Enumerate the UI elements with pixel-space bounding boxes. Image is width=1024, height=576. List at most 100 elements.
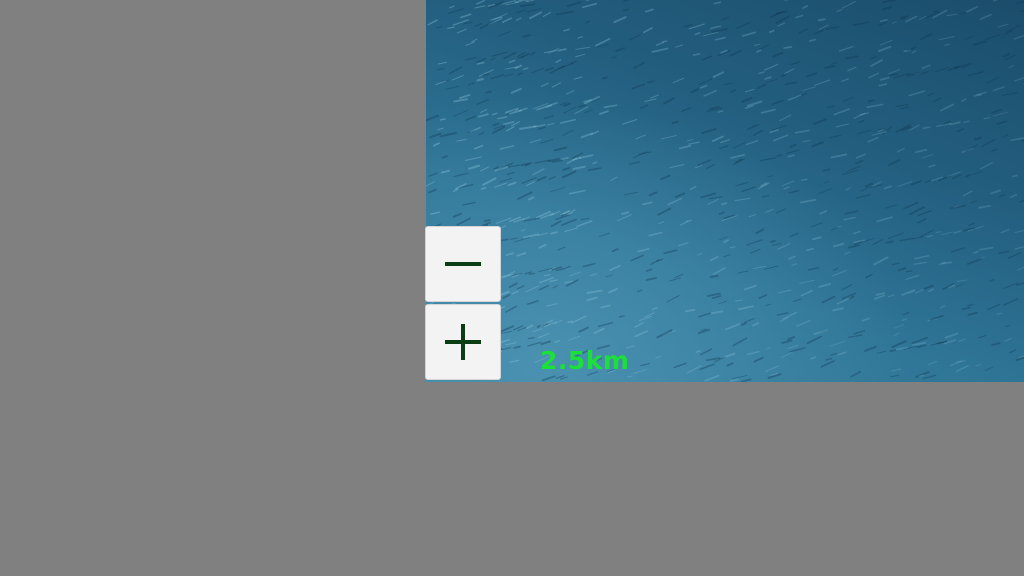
water-ripple bbox=[489, 57, 496, 61]
water-ripple bbox=[944, 43, 950, 47]
water-ripple bbox=[435, 80, 447, 86]
water-ripple bbox=[713, 1, 722, 5]
water-ripple bbox=[460, 13, 472, 19]
water-ripple bbox=[776, 154, 783, 157]
water-ripple bbox=[698, 312, 711, 318]
water-ripple bbox=[655, 355, 662, 359]
water-ripple bbox=[700, 192, 717, 199]
water-ripple bbox=[800, 289, 813, 297]
water-ripple bbox=[495, 217, 512, 224]
water-ripple bbox=[758, 294, 768, 299]
water-ripple bbox=[932, 97, 942, 103]
water-ripple bbox=[706, 292, 721, 297]
water-ripple bbox=[644, 8, 654, 13]
water-ripple bbox=[699, 84, 708, 89]
water-ripple bbox=[750, 248, 761, 254]
water-ripple bbox=[702, 55, 713, 61]
water-ripple bbox=[733, 142, 746, 149]
water-ripple bbox=[538, 284, 549, 291]
water-ripple bbox=[838, 45, 854, 52]
map-viewport[interactable] bbox=[426, 0, 1024, 382]
water-ripple bbox=[813, 29, 824, 35]
water-ripple bbox=[920, 71, 929, 75]
water-ripple bbox=[515, 17, 522, 21]
water-ripple bbox=[729, 49, 743, 57]
water-ripple bbox=[879, 76, 890, 81]
water-ripple bbox=[675, 44, 684, 48]
water-ripple bbox=[777, 243, 791, 250]
water-ripple bbox=[718, 211, 725, 215]
water-ripple bbox=[439, 131, 457, 138]
water-ripple bbox=[517, 72, 524, 76]
water-ripple bbox=[563, 102, 571, 107]
water-ripple bbox=[650, 94, 659, 99]
water-ripple bbox=[887, 232, 904, 239]
water-ripple bbox=[983, 116, 991, 120]
water-ripple bbox=[621, 118, 638, 125]
water-ripple bbox=[668, 277, 681, 282]
water-ripple bbox=[603, 104, 618, 109]
water-ripple bbox=[737, 270, 749, 274]
water-ripple bbox=[953, 229, 964, 234]
water-ripple bbox=[447, 8, 465, 15]
water-ripple bbox=[760, 157, 777, 162]
water-ripple bbox=[587, 167, 602, 172]
water-ripple bbox=[842, 96, 855, 102]
zoom-out-button[interactable]: − bbox=[425, 226, 501, 302]
water-ripple bbox=[1003, 298, 1019, 306]
water-ripple bbox=[427, 19, 438, 26]
water-ripple bbox=[919, 33, 933, 41]
water-ripple bbox=[509, 359, 520, 363]
water-ripple bbox=[444, 85, 460, 90]
water-ripple bbox=[771, 99, 784, 106]
water-ripple bbox=[737, 305, 754, 311]
water-ripple bbox=[615, 47, 626, 52]
water-ripple bbox=[734, 197, 751, 202]
zoom-in-button[interactable]: + bbox=[425, 304, 501, 380]
water-ripple bbox=[709, 274, 719, 278]
water-ripple bbox=[845, 55, 859, 60]
water-ripple bbox=[686, 365, 702, 374]
water-ripple bbox=[782, 180, 795, 187]
water-ripple bbox=[562, 166, 571, 171]
water-ripple bbox=[908, 90, 925, 97]
water-ripple bbox=[507, 181, 517, 187]
water-ripple bbox=[891, 368, 902, 372]
water-ripple bbox=[678, 242, 689, 247]
water-ripple bbox=[551, 82, 561, 88]
water-ripple bbox=[569, 271, 581, 277]
water-ripple bbox=[584, 109, 593, 114]
water-ripple bbox=[516, 9, 527, 14]
water-ripple bbox=[989, 279, 995, 283]
water-ripple bbox=[718, 145, 729, 149]
water-ripple bbox=[996, 312, 1003, 315]
water-ripple bbox=[506, 171, 515, 176]
water-ripple bbox=[524, 271, 533, 275]
water-ripple bbox=[465, 115, 476, 121]
water-ripple bbox=[634, 330, 649, 338]
water-ripple bbox=[534, 159, 551, 164]
water-ripple bbox=[518, 107, 528, 112]
water-ripple bbox=[978, 246, 994, 251]
water-ripple bbox=[818, 282, 832, 288]
water-ripple bbox=[758, 71, 765, 75]
water-ripple bbox=[921, 154, 934, 159]
water-ripple bbox=[527, 341, 542, 347]
water-ripple bbox=[565, 90, 575, 95]
water-ripple bbox=[671, 120, 679, 124]
water-ripple bbox=[474, 22, 483, 27]
water-ripple bbox=[918, 374, 925, 377]
water-ripple bbox=[575, 46, 591, 50]
water-ripple bbox=[905, 15, 918, 23]
water-ripple bbox=[637, 248, 650, 253]
water-ripple bbox=[825, 26, 839, 30]
water-ripple bbox=[817, 18, 826, 22]
water-ripple bbox=[622, 8, 630, 12]
water-ripple bbox=[922, 126, 931, 130]
water-ripple bbox=[794, 129, 810, 134]
water-ripple bbox=[453, 172, 469, 177]
water-ripple bbox=[918, 15, 927, 21]
water-ripple bbox=[578, 326, 589, 333]
water-ripple bbox=[504, 73, 514, 77]
water-ripple bbox=[578, 104, 587, 108]
